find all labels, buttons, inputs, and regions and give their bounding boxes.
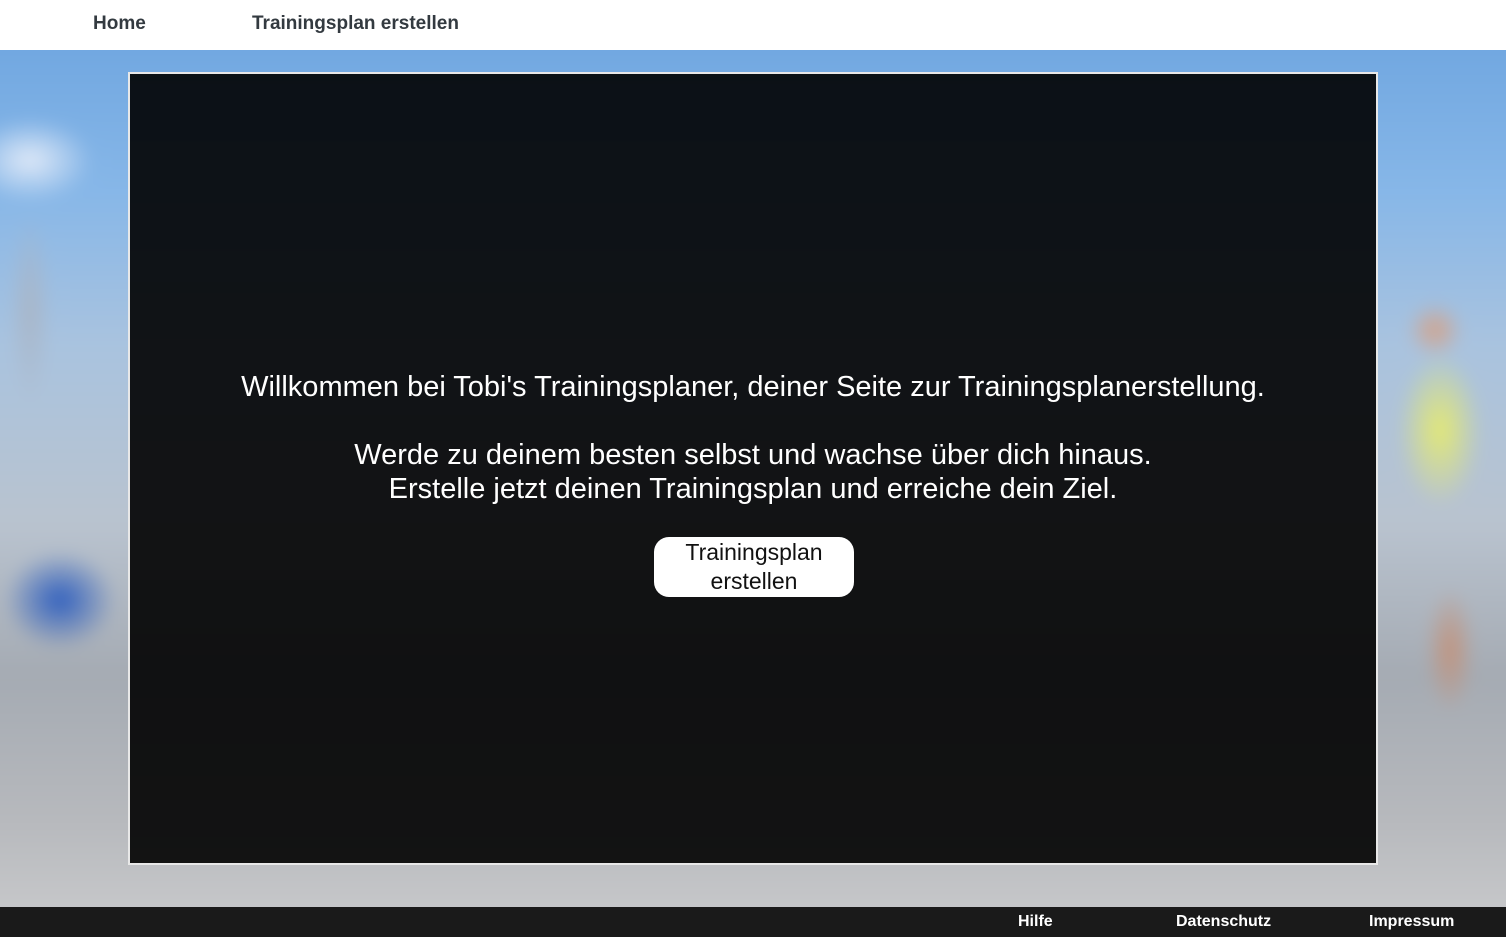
footer: Hilfe Datenschutz Impressum [0, 907, 1506, 937]
motivation-line-1: Werde zu deinem besten selbst und wachse… [354, 439, 1152, 471]
motivation-text: Werde zu deinem besten selbst und wachse… [130, 438, 1376, 506]
nav-link-home[interactable]: Home [93, 13, 146, 35]
footer-link-impressum[interactable]: Impressum [1369, 913, 1454, 931]
welcome-text: Willkommen bei Tobi's Trainingsplaner, d… [241, 371, 1265, 403]
footer-link-hilfe[interactable]: Hilfe [1018, 913, 1053, 931]
welcome-panel: Willkommen bei Tobi's Trainingsplaner, d… [128, 72, 1378, 865]
top-navigation: Home Trainingsplan erstellen [0, 0, 1506, 50]
motivation-line-2: Erstelle jetzt deinen Trainingsplan und … [388, 473, 1118, 505]
create-plan-button[interactable]: Trainingsplan erstellen [654, 537, 854, 597]
footer-link-datenschutz[interactable]: Datenschutz [1176, 913, 1271, 931]
hero-section: Willkommen bei Tobi's Trainingsplaner, d… [0, 50, 1506, 907]
nav-link-trainingsplan[interactable]: Trainingsplan erstellen [252, 13, 459, 35]
